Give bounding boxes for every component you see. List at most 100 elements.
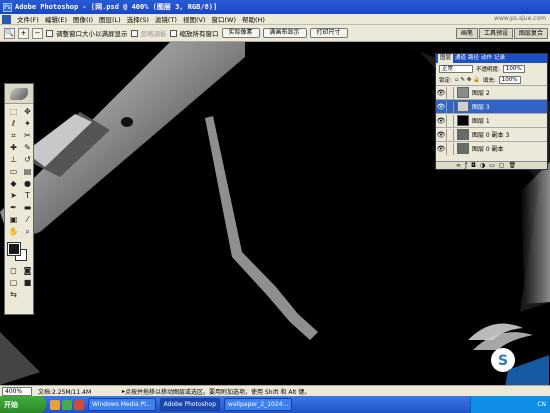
menu-filter[interactable]: 滤镜(T)	[152, 14, 180, 24]
tab-actions[interactable]: 动作	[481, 54, 492, 63]
lock-icons[interactable]: ▫ ✎ ✥ 🔒	[455, 77, 480, 83]
foreground-color-swatch[interactable]	[7, 242, 21, 256]
ignore-palettes-checkbox[interactable]	[130, 29, 138, 37]
document-size[interactable]: 文档:2.25M/11.4M	[32, 387, 122, 396]
tab-layers[interactable]: 图层	[438, 54, 454, 63]
delete-layer-icon[interactable]: 🗑	[508, 162, 516, 169]
tab-tool-presets[interactable]: 工具预设	[478, 28, 513, 39]
menu-edit[interactable]: 编辑(E)	[42, 14, 70, 24]
dodge-tool-icon[interactable]: ●	[21, 178, 34, 189]
tab-history[interactable]: 记录	[494, 54, 505, 63]
lock-row: 锁定: ▫ ✎ ✥ 🔒 填充: 100%	[436, 74, 547, 85]
eraser-tool-icon[interactable]: ▭	[7, 166, 20, 177]
menu-select[interactable]: 选择(S)	[124, 14, 152, 24]
quick-mask-icon[interactable]: ◙	[21, 265, 34, 276]
shape-tool-icon[interactable]: ▬	[21, 202, 34, 213]
tab-channels[interactable]: 通道	[455, 54, 466, 63]
layer-thumbnail	[457, 129, 469, 140]
zoom-tool-palette-icon[interactable]: ⌕	[21, 226, 34, 237]
layer-row[interactable]: 👁 图层 2	[436, 85, 547, 99]
history-brush-icon[interactable]: ↺	[21, 154, 34, 165]
slice-tool-icon[interactable]: ✂	[21, 130, 34, 141]
adjustment-layer-icon[interactable]: ◑	[480, 162, 485, 169]
opacity-field[interactable]: 100%	[502, 64, 525, 73]
layer-link-cell[interactable]	[446, 128, 454, 141]
visibility-eye-icon[interactable]: 👁	[436, 89, 446, 97]
path-select-icon[interactable]: ➤	[7, 190, 20, 201]
screen-mode-icon[interactable]: ▢	[7, 277, 20, 288]
tab-layer-comps[interactable]: 图层复合	[513, 28, 548, 39]
actual-pixels-button[interactable]: 实际像素	[221, 28, 260, 38]
resize-windows-checkbox[interactable]	[46, 29, 53, 37]
layer-row[interactable]: 👁 图层 0 副本 3	[436, 127, 547, 141]
layer-thumbnail	[457, 101, 469, 112]
blur-tool-icon[interactable]: ◆	[7, 178, 20, 189]
zoom-tool-icon[interactable]: 🔍	[4, 27, 15, 39]
layers-footer: ∞ ƒ ◘ ◑ ▭ ▢ 🗑	[436, 161, 547, 169]
menu-image[interactable]: 图像(I)	[70, 14, 96, 24]
layer-link-cell[interactable]	[446, 86, 454, 99]
fullscreen-mode-icon[interactable]: ■	[21, 277, 34, 288]
print-size-button[interactable]: 打印尺寸	[309, 28, 348, 38]
type-tool-icon[interactable]: T	[21, 190, 34, 201]
task-media-player[interactable]: Windows Media Pl...	[88, 398, 156, 411]
eyedropper-icon[interactable]: ⁄	[21, 214, 34, 225]
tab-brushes[interactable]: 画笔	[455, 28, 478, 39]
layer-link-cell[interactable]	[446, 100, 454, 113]
start-button[interactable]: 开始	[0, 396, 46, 413]
add-mask-icon[interactable]: ◘	[471, 162, 476, 169]
menu-layer[interactable]: 图层(L)	[96, 14, 124, 24]
quick-launch-desktop-icon[interactable]	[62, 399, 72, 410]
title-bar: Ps Adobe Photoshop - [网.psd @ 400% (图层 3…	[0, 0, 550, 14]
link-layers-icon[interactable]: ∞	[456, 162, 461, 169]
healing-brush-icon[interactable]: ✚	[7, 142, 20, 153]
lasso-tool-icon[interactable]: ℓ	[7, 118, 20, 129]
notes-tool-icon[interactable]: ▣	[7, 214, 20, 225]
hand-tool-icon[interactable]: ✋	[7, 226, 20, 237]
menu-file[interactable]: 文件(F)	[14, 14, 42, 24]
visibility-eye-icon[interactable]: 👁	[436, 103, 446, 111]
brush-tool-icon[interactable]: ✎	[21, 142, 34, 153]
tab-paths[interactable]: 路径	[468, 54, 479, 63]
ps-menu-icon[interactable]	[2, 14, 11, 24]
zoom-all-label: 缩放所有窗口	[179, 30, 219, 38]
magic-wand-icon[interactable]: ✦	[21, 118, 34, 129]
fill-field[interactable]: 100%	[498, 75, 521, 84]
layer-link-cell[interactable]	[446, 114, 454, 127]
imageready-jump-icon[interactable]: ⇆	[7, 289, 20, 300]
layer-name: 图层 0 副本	[472, 146, 504, 153]
zoom-in-icon[interactable]: +	[18, 27, 29, 39]
blend-mode-select[interactable]: 正常	[439, 64, 473, 73]
pen-tool-icon[interactable]: ✒	[7, 202, 20, 213]
zoom-out-icon[interactable]: −	[32, 27, 43, 39]
visibility-eye-icon[interactable]: 👁	[436, 145, 446, 153]
layer-row[interactable]: 👁 图层 1	[436, 113, 547, 127]
layer-row[interactable]: 👁 图层 0 副本	[436, 141, 547, 155]
menu-view[interactable]: 视图(V)	[180, 14, 209, 24]
quick-launch-ie-icon[interactable]	[50, 399, 60, 410]
visibility-eye-icon[interactable]: 👁	[436, 117, 446, 125]
marquee-tool-icon[interactable]: ⬚	[7, 106, 20, 117]
standard-mode-icon[interactable]: ◻	[7, 265, 20, 276]
crop-tool-icon[interactable]: ⌗	[7, 130, 20, 141]
layer-row[interactable]: 👁 图层 3	[436, 99, 547, 113]
layer-link-cell[interactable]	[446, 142, 454, 155]
gradient-tool-icon[interactable]: ▤	[21, 166, 34, 177]
visibility-eye-icon[interactable]: 👁	[436, 131, 446, 139]
clone-stamp-icon[interactable]: ⊥	[7, 154, 20, 165]
quick-launch-media-icon[interactable]	[74, 399, 84, 410]
task-photoshop[interactable]: Adobe Photoshop	[159, 398, 221, 411]
new-group-icon[interactable]: ▭	[489, 162, 495, 169]
menu-window[interactable]: 窗口(W)	[208, 14, 239, 24]
layer-style-icon[interactable]: ƒ	[465, 162, 467, 169]
taskbar: 开始 Windows Media Pl... Adobe Photoshop w…	[0, 396, 550, 413]
new-layer-icon[interactable]: ▢	[499, 162, 505, 169]
fit-screen-button[interactable]: 满画布显示	[262, 28, 307, 38]
zoom-all-checkbox[interactable]	[169, 29, 177, 37]
task-wallpaper[interactable]: wallpaper_2_1024...	[224, 398, 293, 411]
input-language[interactable]: CN	[537, 401, 546, 408]
menu-help[interactable]: 帮助(H)	[239, 14, 268, 24]
move-tool-icon[interactable]: ✥	[21, 106, 34, 117]
zoom-level-field[interactable]: 400%	[2, 386, 32, 396]
layers-panel-tabs: 图层 通道 路径 动作 记录	[436, 54, 547, 63]
